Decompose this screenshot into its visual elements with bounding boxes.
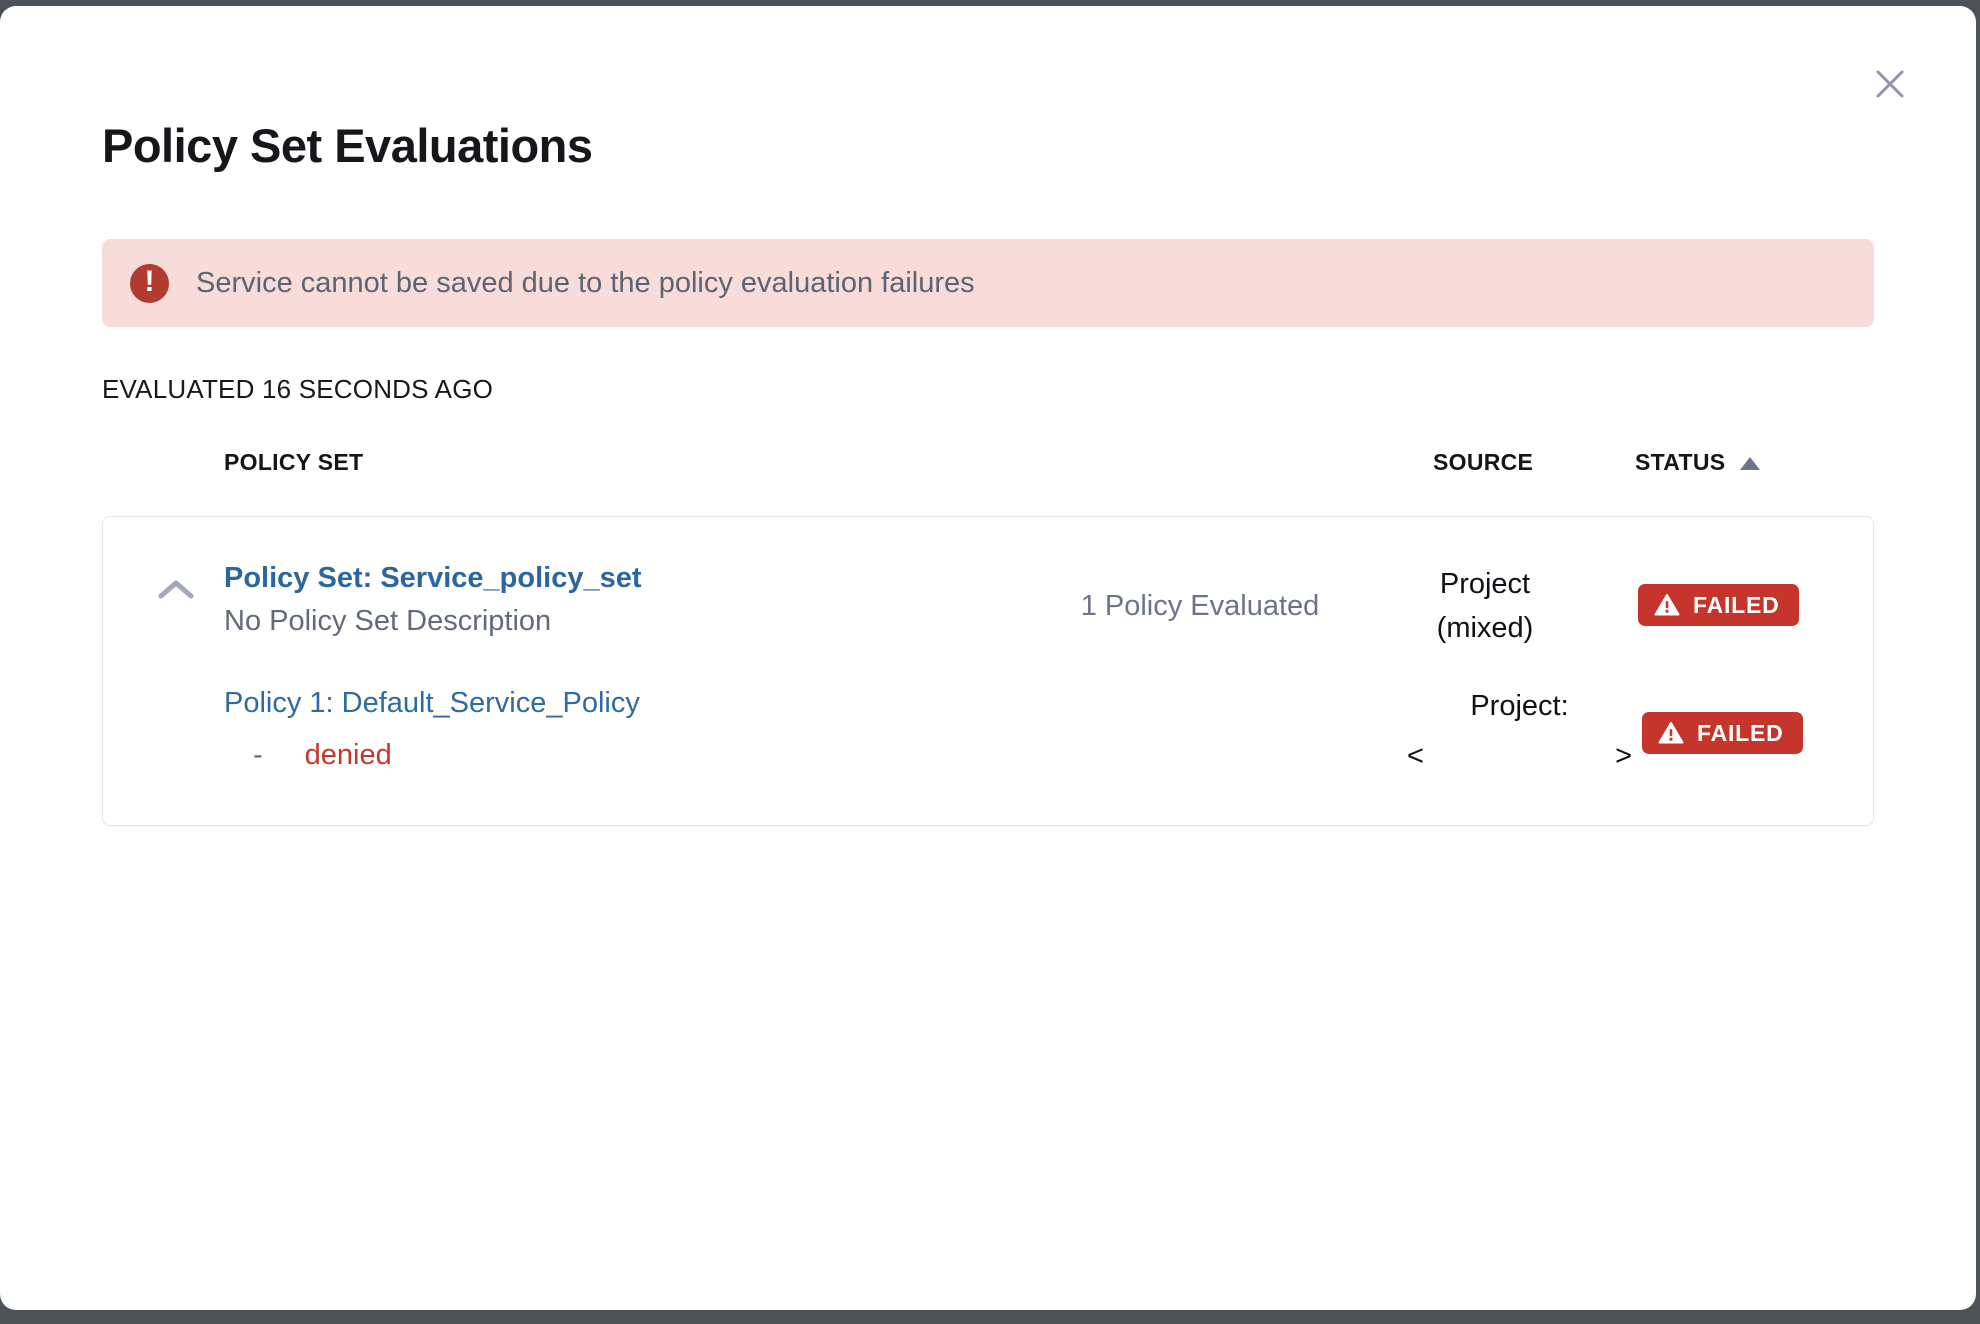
policy-denied-value: denied (305, 739, 392, 772)
source-angle-open: < (1407, 740, 1424, 773)
warning-triangle-icon (1658, 721, 1684, 745)
source-cell-policy-set: Project (mixed) (1385, 562, 1585, 650)
source-line2: (mixed) (1385, 606, 1585, 650)
warning-triangle-icon (1654, 593, 1680, 617)
column-header-policy-set: POLICY SET (224, 449, 363, 476)
source-cell-policy: Project: < > (1407, 690, 1632, 773)
source-value-line: < > (1407, 740, 1632, 773)
page-title: Policy Set Evaluations (102, 118, 593, 173)
policy-link[interactable]: Policy 1: Default_Service_Policy (224, 687, 640, 720)
column-header-source: SOURCE (1433, 449, 1533, 476)
error-icon: ! (130, 264, 169, 303)
detail-dash: - (253, 739, 263, 772)
policy-set-evaluations-modal: Policy Set Evaluations ! Service cannot … (0, 6, 1976, 1310)
policy-set-link[interactable]: Policy Set: Service_policy_set (224, 562, 642, 595)
policy-detail-line: - denied (253, 739, 392, 772)
status-badge-failed: FAILED (1642, 712, 1803, 754)
policy-set-description: No Policy Set Description (224, 605, 551, 638)
evaluated-timestamp: EVALUATED 16 SECONDS AGO (102, 374, 493, 405)
collapse-row-button[interactable] (148, 566, 204, 614)
error-banner: ! Service cannot be saved due to the pol… (102, 239, 1874, 327)
source-angle-close: > (1615, 740, 1632, 773)
policies-evaluated-count: 1 Policy Evaluated (1000, 590, 1400, 623)
status-badge-label: FAILED (1693, 592, 1780, 619)
close-icon (1871, 65, 1909, 103)
status-badge-failed: FAILED (1638, 584, 1799, 626)
sort-ascending-icon (1740, 457, 1760, 470)
status-badge-label: FAILED (1697, 720, 1784, 747)
column-header-status-label: STATUS (1635, 449, 1725, 476)
close-button[interactable] (1868, 62, 1912, 106)
chevron-up-icon (155, 575, 197, 605)
source-line1: Project: (1407, 690, 1632, 723)
source-line1: Project (1385, 562, 1585, 606)
error-banner-text: Service cannot be saved due to the polic… (196, 267, 975, 300)
column-header-status[interactable]: STATUS (1635, 449, 1760, 476)
